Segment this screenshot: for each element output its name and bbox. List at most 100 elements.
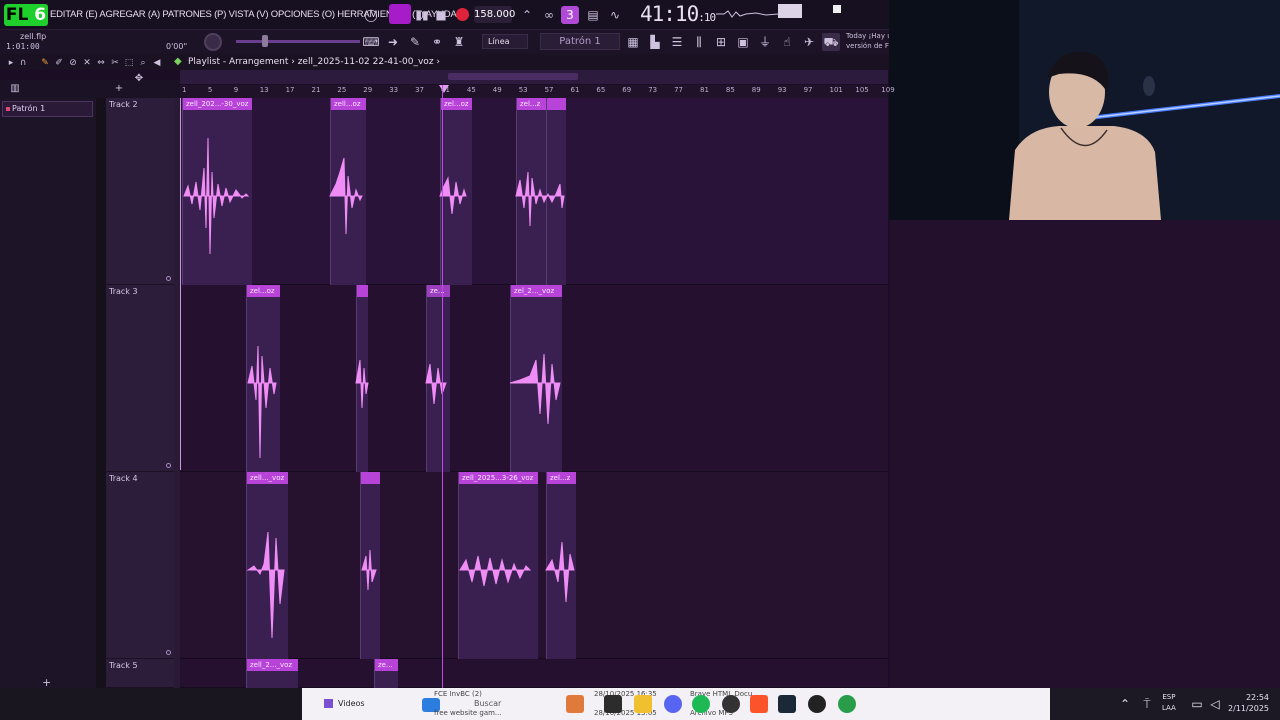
snap-selector[interactable]: Línea: [482, 34, 528, 49]
blend-icon[interactable]: ∿: [606, 6, 624, 24]
piano-roll-icon[interactable]: ▙: [646, 33, 664, 51]
microphone-icon[interactable]: ⍑: [1138, 695, 1156, 713]
playlist-lanes[interactable]: zell_202...-30_voz zell...oz zel...oz ze…: [180, 98, 888, 688]
chevron-up-icon[interactable]: ⌃: [1116, 695, 1134, 713]
folder-icon[interactable]: [634, 695, 652, 713]
clock[interactable]: 22:54 2/11/2025: [1228, 692, 1269, 714]
discord-icon[interactable]: [664, 695, 682, 713]
record-button[interactable]: [456, 8, 469, 21]
track-mute-dot[interactable]: [166, 276, 171, 281]
hint-line-2: versión de FL: [846, 42, 893, 50]
pattern-selector[interactable]: Patrón 1: [540, 33, 620, 50]
fruity-icon[interactable]: [566, 695, 584, 713]
track-mute-dot[interactable]: [166, 650, 171, 655]
track-mute-dot[interactable]: [166, 463, 171, 468]
track-name: Track 5: [109, 661, 138, 670]
playlist-play-icon[interactable]: ◆: [174, 56, 182, 67]
item-free[interactable]: free website gam...: [434, 709, 502, 717]
app-logo[interactable]: FL 6: [4, 4, 48, 26]
tempo-display[interactable]: 158.000: [474, 6, 515, 23]
track-header[interactable]: Track 4: [106, 472, 174, 659]
language-indicator[interactable]: ESP LAA: [1162, 692, 1176, 714]
pencil-icon[interactable]: ✎: [406, 33, 424, 51]
bird-icon[interactable]: ✈: [800, 33, 818, 51]
magnet-icon[interactable]: ∩: [14, 54, 32, 72]
arrow-right-icon[interactable]: ➜: [384, 33, 402, 51]
stamp-icon[interactable]: ♜: [450, 33, 468, 51]
brave-icon[interactable]: [750, 695, 768, 713]
master-volume-slider[interactable]: [236, 40, 360, 43]
project-time: 1:01:00: [6, 42, 40, 51]
search-box[interactable]: Buscar: [474, 699, 501, 708]
ruler-tick: 13: [259, 86, 269, 94]
waveform: [459, 555, 532, 587]
arrangement-name[interactable]: zell_2025-11-02 22-41-00_voz: [298, 57, 434, 67]
playhead-line[interactable]: [442, 85, 443, 688]
tasks-icon[interactable]: [604, 695, 622, 713]
waveform: [355, 359, 369, 409]
master-volume-handle[interactable]: [262, 35, 268, 47]
picker-item-pattern-1[interactable]: Patrón 1: [2, 101, 93, 117]
add-track-icon[interactable]: +: [110, 80, 128, 98]
playlist-title: Playlist - Arrangement › zell_2025-11-02…: [188, 57, 441, 67]
clock-sub: :10: [698, 11, 716, 24]
logo-version: 6: [34, 5, 47, 25]
horizontal-scroll-thumb[interactable]: [448, 73, 578, 80]
waveform: [329, 157, 363, 235]
snap-label: Línea: [488, 37, 510, 46]
ruler-tick: 53: [518, 86, 528, 94]
ruler-tick: 65: [596, 86, 606, 94]
cart-icon[interactable]: ⛟: [822, 33, 840, 51]
chrome-icon[interactable]: [838, 695, 856, 713]
pattern-song-toggle[interactable]: [389, 4, 411, 24]
ruler-tick: 17: [285, 86, 295, 94]
ruler-tick: 1: [182, 86, 187, 94]
project-file-name: zell.flp: [20, 32, 47, 41]
display-icon[interactable]: ▭: [1188, 695, 1206, 713]
vertical-scrollbar[interactable]: [96, 98, 106, 688]
keyboard-icon[interactable]: ⌨: [362, 33, 380, 51]
ruler-tick: 81: [700, 86, 709, 94]
plugin-icon[interactable]: ⏚: [756, 33, 774, 51]
metronome-icon[interactable]: ⌃: [518, 6, 536, 24]
channel-rack-icon[interactable]: ☰: [668, 33, 686, 51]
waveform: [247, 345, 277, 459]
app-icon[interactable]: [808, 695, 826, 713]
playback-tool-icon[interactable]: ◀: [148, 54, 166, 72]
mixer-icon[interactable]: ⫼: [690, 33, 708, 51]
master-pitch-knob[interactable]: [204, 33, 222, 51]
stop-icon[interactable]: ■: [432, 6, 450, 24]
clock-main: 41:10: [640, 2, 699, 26]
track-header[interactable]: Track 2: [106, 98, 174, 285]
news-hint[interactable]: Today ¡Hay u versión de FL: [846, 31, 893, 51]
waveform: [183, 137, 250, 255]
countdown-icon[interactable]: 3: [561, 6, 579, 24]
obs-icon[interactable]: [722, 695, 740, 713]
playlist-window-icon[interactable]: ▦: [624, 33, 642, 51]
track-header[interactable]: Track 3: [106, 285, 174, 472]
pause-icon[interactable]: ▮▮: [413, 6, 431, 24]
link-icon[interactable]: ⚭: [428, 33, 446, 51]
steam-icon[interactable]: [778, 695, 796, 713]
ruler-tick: 57: [544, 86, 554, 94]
move-icon[interactable]: ✥: [130, 70, 148, 88]
track-name: Track 3: [109, 287, 138, 296]
touch-icon[interactable]: ☝: [778, 33, 796, 51]
track-selector-strip[interactable]: [174, 98, 180, 688]
step-edit-icon[interactable]: ▤: [584, 6, 602, 24]
spotify-icon[interactable]: [692, 695, 710, 713]
playlist-lanes-extended[interactable]: [890, 220, 1280, 688]
videos-label[interactable]: Videos: [338, 699, 365, 708]
clipboard-icon[interactable]: ▣: [734, 33, 752, 51]
browser-icon[interactable]: ⊞: [712, 33, 730, 51]
ruler-tick: 45: [466, 86, 476, 94]
pattern-picker: [0, 98, 96, 688]
pattern-icon[interactable]: ▥: [6, 80, 24, 98]
track-header[interactable]: Track 5: [106, 659, 174, 688]
wait-input-icon[interactable]: ∞: [540, 6, 558, 24]
lang-top: ESP: [1162, 693, 1176, 701]
webcam-overlay: [889, 0, 1280, 220]
ruler-tick: 21: [311, 86, 321, 94]
item-fce[interactable]: FCE InvBC (2): [434, 690, 482, 698]
volume-icon[interactable]: ◁: [1206, 695, 1224, 713]
